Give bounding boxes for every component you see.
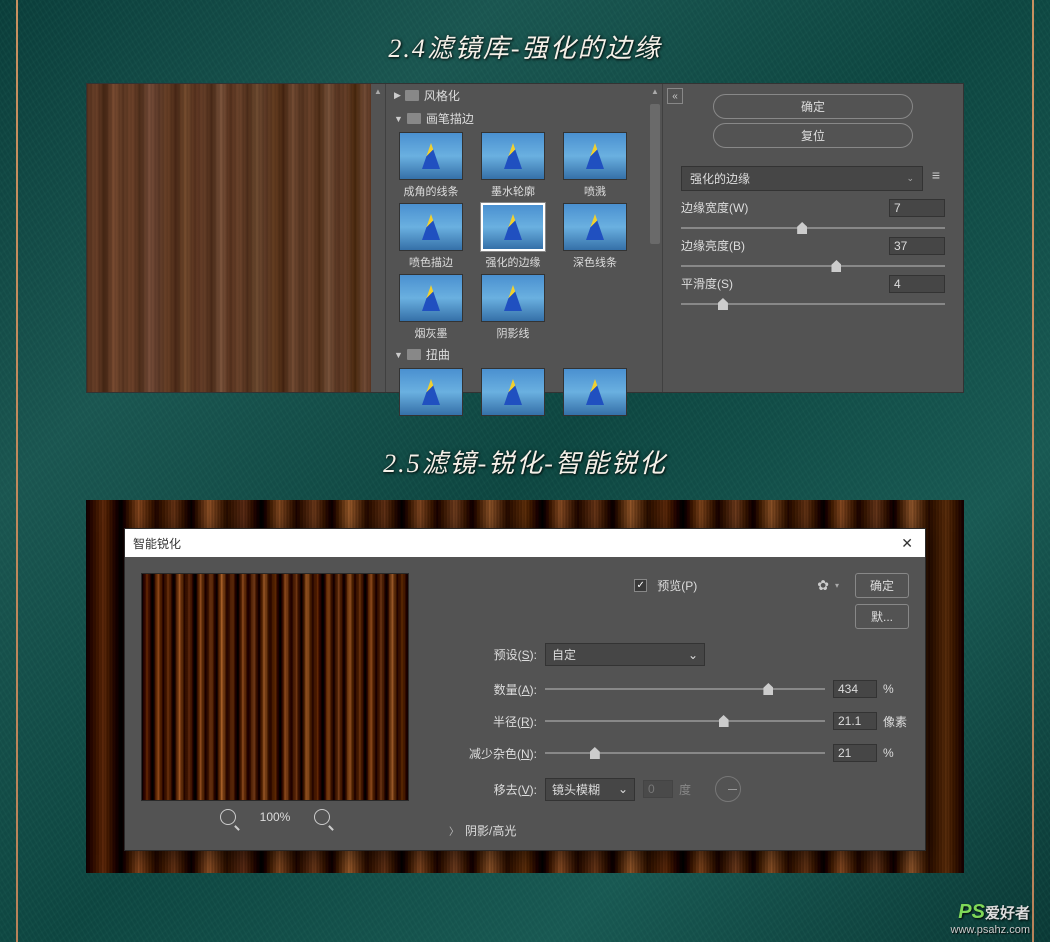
menu-icon[interactable]: ≡ xyxy=(927,166,945,184)
chevron-down-icon: ⌄ xyxy=(618,782,628,796)
amount-slider[interactable] xyxy=(545,681,825,697)
chevron-right-icon: 〉 xyxy=(449,827,459,838)
thumb-dark-strokes[interactable]: 深色线条 xyxy=(556,203,634,270)
folder-distort[interactable]: ▼扭曲 xyxy=(386,343,662,366)
sharpen-preview-image xyxy=(141,573,409,801)
folder-icon xyxy=(407,349,421,360)
smart-sharpen-dialog: 智能锐化 ✕ 100% ✓ 预览(P) ✿▾ 确定 默 xyxy=(124,528,926,851)
preset-label: 预设(S): xyxy=(439,646,545,663)
zoom-level: 100% xyxy=(260,810,291,824)
collapse-icon[interactable]: « xyxy=(667,88,683,104)
ok-button[interactable]: 确定 xyxy=(713,94,913,119)
edge-brightness-input[interactable]: 37 xyxy=(889,237,945,255)
section-heading-2: 2.5滤镜-锐化-智能锐化 xyxy=(0,393,1050,480)
chevron-right-icon: ▶ xyxy=(394,90,401,101)
thumb-ink-outlines[interactable]: 墨水轮廓 xyxy=(474,132,552,199)
smart-sharpen-panel: 智能锐化 ✕ 100% ✓ 预览(P) ✿▾ 确定 默 xyxy=(86,500,964,873)
folder-icon xyxy=(407,113,421,124)
edge-brightness-slider[interactable]: 边缘亮度(B) 37 xyxy=(681,237,945,255)
remove-label: 移去(V): xyxy=(439,781,545,798)
noise-slider[interactable] xyxy=(545,745,825,761)
chevron-down-icon: ⌄ xyxy=(688,648,698,662)
chevron-down-icon: ▾ xyxy=(835,581,839,590)
folder-brush-strokes[interactable]: ▼画笔描边 xyxy=(386,107,662,130)
scrollbar-thumb[interactable] xyxy=(650,104,660,244)
smoothness-slider[interactable]: 平滑度(S) 4 xyxy=(681,275,945,293)
chevron-down-icon: ▼ xyxy=(394,350,403,360)
amount-label: 数量(A): xyxy=(439,681,545,698)
zoom-out-icon[interactable] xyxy=(220,809,236,825)
preset-select[interactable]: 自定⌄ xyxy=(545,643,705,666)
noise-input[interactable]: 21 xyxy=(833,744,877,762)
thumb-crosshatch[interactable]: 阴影线 xyxy=(474,274,552,341)
filter-settings: « 确定 复位 强化的边缘⌄ ≡ 边缘宽度(W) 7 边缘亮度(B) 37 平滑… xyxy=(663,84,963,392)
filter-gallery-panel: ▲ ▶风格化 ▼画笔描边 成角的线条 墨水轮廓 喷溅 喷色描边 强化的边缘 深色… xyxy=(86,83,964,393)
zoom-in-icon[interactable] xyxy=(314,809,330,825)
default-button[interactable]: 默... xyxy=(855,604,909,629)
noise-label: 减少杂色(N): xyxy=(439,745,545,762)
watermark: PS爱好者 www.psahz.com xyxy=(951,901,1030,936)
thumb-angled-strokes[interactable]: 成角的线条 xyxy=(392,132,470,199)
close-icon[interactable]: ✕ xyxy=(897,535,917,552)
scroll-up-icon[interactable]: ▲ xyxy=(648,84,662,98)
scroll-up-icon[interactable]: ▲ xyxy=(371,84,385,98)
folder-stylize[interactable]: ▶风格化 xyxy=(386,84,662,107)
filter-select[interactable]: 强化的边缘⌄ xyxy=(681,166,923,191)
preview-scrollbar[interactable]: ▲ xyxy=(371,84,385,392)
section-heading-1: 2.4滤镜库-强化的边缘 xyxy=(0,0,1050,65)
thumb-sumi-e[interactable]: 烟灰墨 xyxy=(392,274,470,341)
radius-slider[interactable] xyxy=(545,713,825,729)
preview-label: 预览(P) xyxy=(657,577,697,594)
thumb-sprayed-strokes[interactable]: 喷色描边 xyxy=(392,203,470,270)
ok-button[interactable]: 确定 xyxy=(855,573,909,598)
chevron-down-icon: ⌄ xyxy=(906,173,914,184)
preview-checkbox[interactable]: ✓ xyxy=(634,579,647,592)
smoothness-input[interactable]: 4 xyxy=(889,275,945,293)
remove-select[interactable]: 镜头模糊⌄ xyxy=(545,778,635,801)
dialog-titlebar: 智能锐化 ✕ xyxy=(125,529,925,557)
thumb-spatter[interactable]: 喷溅 xyxy=(556,132,634,199)
shadows-highlights-toggle[interactable]: 〉阴影/高光 xyxy=(439,822,909,839)
chevron-down-icon: ▼ xyxy=(394,114,403,124)
sharpen-preview-area: 100% xyxy=(141,573,409,834)
reset-button[interactable]: 复位 xyxy=(713,123,913,148)
filter-preview: ▲ xyxy=(87,84,385,392)
edge-width-input[interactable]: 7 xyxy=(889,199,945,217)
folder-icon xyxy=(405,90,419,101)
angle-input: 0 xyxy=(643,780,673,798)
amount-input[interactable]: 434 xyxy=(833,680,877,698)
filter-thumbnails: ▶风格化 ▼画笔描边 成角的线条 墨水轮廓 喷溅 喷色描边 强化的边缘 深色线条… xyxy=(385,84,663,392)
angle-dial[interactable] xyxy=(715,776,741,802)
thumb-accented-edges[interactable]: 强化的边缘 xyxy=(474,203,552,270)
edge-width-slider[interactable]: 边缘宽度(W) 7 xyxy=(681,199,945,217)
radius-input[interactable]: 21.1 xyxy=(833,712,877,730)
dialog-title: 智能锐化 xyxy=(133,535,181,552)
radius-label: 半径(R): xyxy=(439,713,545,730)
gallery-scrollbar[interactable]: ▲ xyxy=(648,84,662,392)
gear-icon[interactable]: ✿ xyxy=(817,577,829,594)
